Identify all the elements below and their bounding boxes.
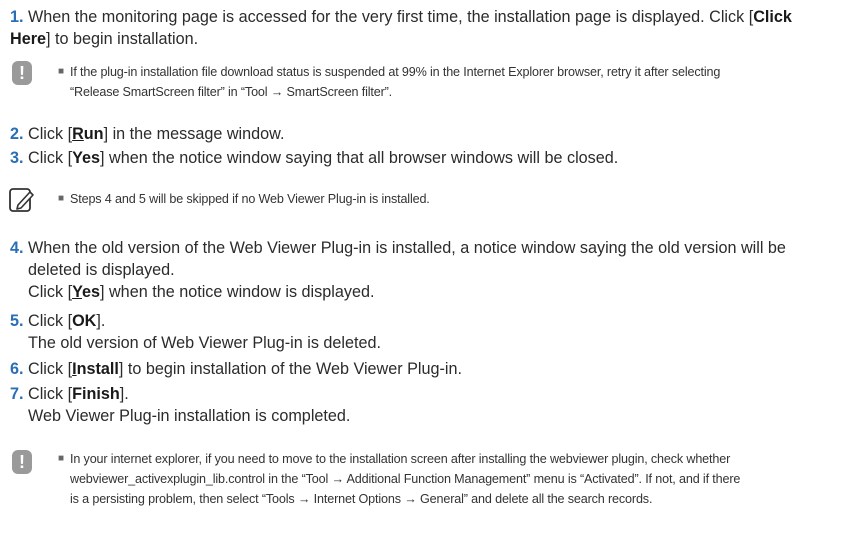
step-text: ] when the notice window is displayed. bbox=[100, 283, 375, 301]
step-text: Click [ bbox=[28, 283, 73, 301]
step-text: Click [ bbox=[28, 149, 73, 167]
note-line: If the plug-in installation file downloa… bbox=[70, 65, 721, 79]
note-3: ■ In your internet explorer, if you need… bbox=[58, 449, 830, 509]
step-number: 6. bbox=[10, 360, 24, 378]
run-label-rest: un bbox=[83, 125, 104, 143]
step-text: ] to begin installation of the Web Viewe… bbox=[118, 360, 463, 378]
bullet-icon: ■ bbox=[58, 66, 64, 77]
step-text: Click [ bbox=[28, 125, 73, 143]
step-text: When the monitoring page is accessed for… bbox=[28, 8, 754, 26]
step-text: Click [ bbox=[28, 385, 73, 403]
memo-pencil-icon bbox=[9, 188, 34, 212]
step-number: 1. bbox=[10, 8, 24, 26]
step-number: 5. bbox=[10, 312, 24, 330]
note-line: “Release SmartScreen filter” in “Tool → … bbox=[70, 85, 393, 99]
step-text: ]. bbox=[96, 312, 106, 330]
step-text: Click [ bbox=[28, 360, 73, 378]
yes-label-accel: Y bbox=[72, 283, 82, 301]
step-text: When the old version of the Web Viewer P… bbox=[28, 239, 786, 257]
step-4: 4. When the old version of the Web Viewe… bbox=[10, 237, 830, 303]
run-label: Run bbox=[72, 125, 103, 143]
note-line: is a persisting problem, then select “To… bbox=[70, 492, 653, 506]
finish-label: Finish bbox=[72, 385, 120, 403]
yes-label: Yes bbox=[72, 149, 101, 167]
install-label-rest: nstall bbox=[76, 360, 119, 378]
exclamation-icon: ! bbox=[12, 450, 32, 474]
step-number: 3. bbox=[10, 149, 24, 167]
install-label: Install bbox=[72, 360, 119, 378]
step-7: 7. Click [Finish]. Web Viewer Plug-in in… bbox=[10, 383, 830, 427]
step-3: 3. Click [Yes] when the notice window sa… bbox=[10, 147, 830, 169]
step-number: 4. bbox=[10, 239, 24, 257]
step-text: Web Viewer Plug-in installation is compl… bbox=[28, 407, 351, 425]
step-6: 6. Click [Install] to begin installation… bbox=[10, 358, 830, 380]
step-text: deleted is displayed. bbox=[28, 261, 175, 279]
note-1: ■ If the plug-in installation file downl… bbox=[58, 62, 830, 102]
step-number: 7. bbox=[10, 385, 24, 403]
step-text: Click [ bbox=[28, 312, 73, 330]
note-line: Steps 4 and 5 will be skipped if no Web … bbox=[70, 192, 430, 206]
step-text: The old version of Web Viewer Plug-in is… bbox=[28, 334, 382, 352]
step-5: 5. Click [OK]. The old version of Web Vi… bbox=[10, 310, 830, 354]
bullet-icon: ■ bbox=[58, 193, 64, 204]
bullet-icon: ■ bbox=[58, 453, 64, 464]
note-line: In your internet explorer, if you need t… bbox=[70, 452, 731, 466]
step-text: ] to begin installation. bbox=[46, 30, 199, 48]
note-line: webviewer_activexplugin_lib.control in t… bbox=[70, 472, 741, 486]
step-1: 1. When the monitoring page is accessed … bbox=[10, 6, 830, 50]
exclamation-icon: ! bbox=[12, 61, 32, 85]
run-label-accel: R bbox=[72, 125, 84, 143]
step-text: ] in the message window. bbox=[103, 125, 285, 143]
ok-label: OK bbox=[72, 312, 97, 330]
yes-label-rest: es bbox=[81, 283, 100, 301]
step-number: 2. bbox=[10, 125, 24, 143]
note-2: ■ Steps 4 and 5 will be skipped if no We… bbox=[58, 189, 830, 209]
yes-label: Yes bbox=[72, 283, 100, 301]
step-2: 2. Click [Run] in the message window. bbox=[10, 123, 830, 145]
step-text: ] when the notice window saying that all… bbox=[100, 149, 619, 167]
step-text: ]. bbox=[119, 385, 129, 403]
